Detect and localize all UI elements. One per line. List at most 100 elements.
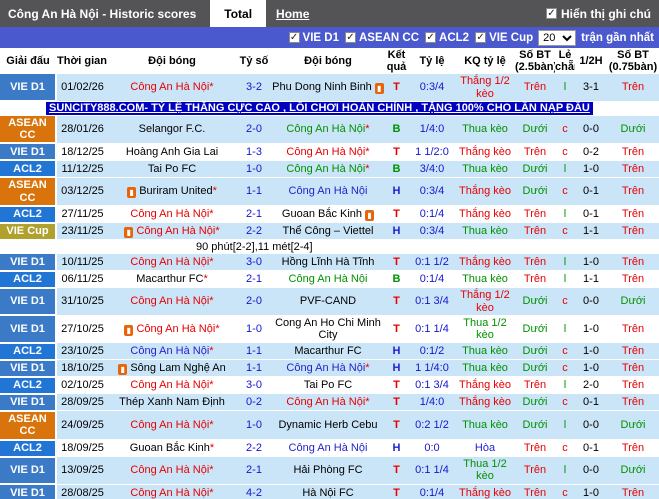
date-cell: 01/02/26 bbox=[56, 74, 108, 102]
league-checkbox[interactable]: ✓ bbox=[344, 32, 356, 43]
league-checkbox-label: VIE D1 bbox=[302, 31, 339, 44]
score-cell: 1-1 bbox=[236, 342, 272, 361]
odds-cell: 1/4:0 bbox=[409, 115, 455, 144]
odds-result-cell: Thắng 1/2 kèo bbox=[455, 74, 515, 102]
result-cell: B bbox=[384, 270, 409, 289]
ad-banner-link[interactable]: SUNCITY888.COM- TỶ LỆ THẮNG CỰC CAO , LỐ… bbox=[46, 102, 593, 115]
column-header: Thời gian bbox=[56, 48, 108, 75]
away-team-cell: Công An Hà Nội* bbox=[272, 393, 384, 412]
away-team-cell: Công An Hà Nội* bbox=[272, 359, 384, 378]
odd-even-cell: c bbox=[555, 484, 575, 499]
league-cell: ACL2 bbox=[0, 270, 57, 289]
odds-cell: 0:1 1/4 bbox=[409, 315, 455, 344]
home-team-cell: Thép Xanh Nam Định bbox=[108, 393, 236, 412]
goals-0-75-cell: Trên bbox=[607, 315, 659, 344]
team-name: ▮ Công An Hà Nội* bbox=[124, 225, 220, 238]
home-team-cell: Selangor F.C. bbox=[108, 115, 236, 144]
goals-0-75-cell: Trên bbox=[607, 342, 659, 361]
odds-result-cell: Thua 1/2 kèo bbox=[455, 456, 515, 485]
team-name: Tai Po FC bbox=[147, 162, 197, 175]
recent-count-select[interactable]: 20 bbox=[538, 29, 577, 46]
score-cell: 2-1 bbox=[236, 456, 272, 485]
odds-cell: 1 1/4:0 bbox=[409, 359, 455, 378]
date-cell: 28/09/25 bbox=[56, 393, 108, 412]
column-header: Giải đấu bbox=[0, 48, 56, 75]
show-notes-checkbox[interactable]: ✓ bbox=[546, 8, 557, 19]
column-header: Tỷ số bbox=[236, 48, 272, 75]
half-score-cell: 0-1 bbox=[575, 177, 607, 207]
result-cell: T bbox=[384, 410, 409, 441]
page-title: Công An Hà Nội - Historic scores bbox=[8, 6, 197, 21]
odd-even-cell: l bbox=[555, 253, 575, 272]
away-team-cell: Phu Dong Ninh Binh ▮ bbox=[272, 74, 384, 102]
odd-even-cell: l bbox=[555, 315, 575, 344]
half-score-cell: 1-0 bbox=[575, 484, 607, 499]
show-notes-control: ✓ Hiển thị ghi chú bbox=[546, 7, 659, 21]
odds-result-cell: Thắng kèo bbox=[455, 484, 515, 499]
odds-result-cell: Thắng 1/2 kèo bbox=[455, 287, 515, 316]
league-cell: ACL2 bbox=[0, 205, 57, 224]
away-team-cell: Hải Phòng FC bbox=[272, 456, 384, 485]
goals-0-75-cell: Dưới bbox=[607, 456, 659, 485]
goals-2-5-cell: Dưới bbox=[515, 359, 555, 378]
favorite-star: * bbox=[209, 295, 214, 308]
league-checkbox[interactable]: ✓ bbox=[475, 32, 487, 43]
team-name: Công An Hà Nội* bbox=[286, 396, 370, 409]
team-name: Công An Hà Nội* bbox=[130, 208, 214, 221]
match-row: VIE D1 28/08/25 Công An Hà Nội* 4-2 Hà Nội F… bbox=[0, 484, 659, 499]
odds-cell: 0:3/4 bbox=[409, 177, 455, 207]
date-cell: 18/12/25 bbox=[56, 143, 108, 161]
league-checkbox[interactable]: ✓ bbox=[425, 32, 437, 43]
odd-even-cell: l bbox=[555, 376, 575, 395]
half-score-cell: 0-1 bbox=[575, 439, 607, 458]
team-name: Công An Hà Nội* bbox=[130, 379, 214, 392]
match-row: ACL2 02/10/25 Công An Hà Nội* 3-0 Tai Po FC T… bbox=[0, 376, 659, 395]
away-team-cell: Cong An Ho Chi Minh City bbox=[272, 315, 384, 344]
odds-result-cell: Hòa bbox=[455, 439, 515, 458]
half-score-cell: 2-0 bbox=[575, 376, 607, 395]
away-team-cell: Hồng Lĩnh Hà Tĩnh bbox=[272, 253, 384, 272]
score-cell: 2-2 bbox=[236, 222, 272, 241]
highlight-icon: ▮ bbox=[124, 324, 134, 336]
favorite-star: * bbox=[209, 486, 214, 499]
score-cell: 2-2 bbox=[236, 439, 272, 458]
ad-cell: SUNCITY888.COM- TỶ LỆ THẮNG CỰC CAO , LỐ… bbox=[0, 101, 659, 116]
tab-home[interactable]: Home bbox=[266, 0, 319, 27]
column-header: Tỷ lệ bbox=[409, 48, 455, 75]
team-name: Công An Hà Nội* bbox=[286, 362, 370, 375]
league-checkbox[interactable]: ✓ bbox=[288, 32, 300, 43]
column-header: Kết quả bbox=[384, 48, 409, 75]
goals-0-75-cell: Dưới bbox=[607, 115, 659, 144]
odd-even-cell: c bbox=[555, 342, 575, 361]
date-cell: 28/01/26 bbox=[56, 115, 108, 144]
away-team-cell: Thể Công – Viettel bbox=[272, 222, 384, 241]
goals-2-5-cell: Dưới bbox=[515, 160, 555, 178]
half-score-cell: 0-0 bbox=[575, 456, 607, 485]
league-cell: VIE D1 bbox=[0, 456, 57, 486]
favorite-star: * bbox=[209, 464, 214, 477]
away-team-cell: Công An Hà Nội* bbox=[272, 160, 384, 178]
result-cell: H bbox=[384, 359, 409, 378]
date-cell: 03/12/25 bbox=[56, 177, 108, 207]
odd-even-cell: c bbox=[555, 393, 575, 412]
score-cell: 1-1 bbox=[236, 177, 272, 207]
home-team-cell: Công An Hà Nội* bbox=[108, 253, 236, 272]
column-header: KQ tỷ lệ bbox=[455, 48, 515, 75]
highlight-icon: ▮ bbox=[127, 187, 137, 199]
half-score-cell: 1-0 bbox=[575, 160, 607, 178]
league-filter-group: ✓ VIE D1 ✓ ASEAN CC ✓ ACL2 ✓ VIE Cup bbox=[288, 31, 533, 44]
team-name: Công An Hà Nội* bbox=[130, 486, 214, 499]
score-cell: 3-0 bbox=[236, 253, 272, 272]
tab-total[interactable]: Total bbox=[210, 0, 267, 27]
odds-cell: 0:1/2 bbox=[409, 342, 455, 361]
league-filter-vie-cup: ✓ VIE Cup bbox=[475, 32, 533, 44]
odds-cell: 0:0 bbox=[409, 439, 455, 458]
odds-cell: 0:3/4 bbox=[409, 222, 455, 241]
half-score-cell: 1-1 bbox=[575, 222, 607, 241]
match-row: ASEAN CC 24/09/25 Công An Hà Nội* 1-0 Dynami… bbox=[0, 410, 659, 441]
team-name: Selangor F.C. bbox=[138, 123, 206, 136]
league-cell: ACL2 bbox=[0, 160, 57, 179]
favorite-star: * bbox=[203, 273, 208, 286]
date-cell: 23/11/25 bbox=[56, 222, 108, 241]
team-name: ▮ Công An Hà Nội* bbox=[124, 323, 220, 336]
